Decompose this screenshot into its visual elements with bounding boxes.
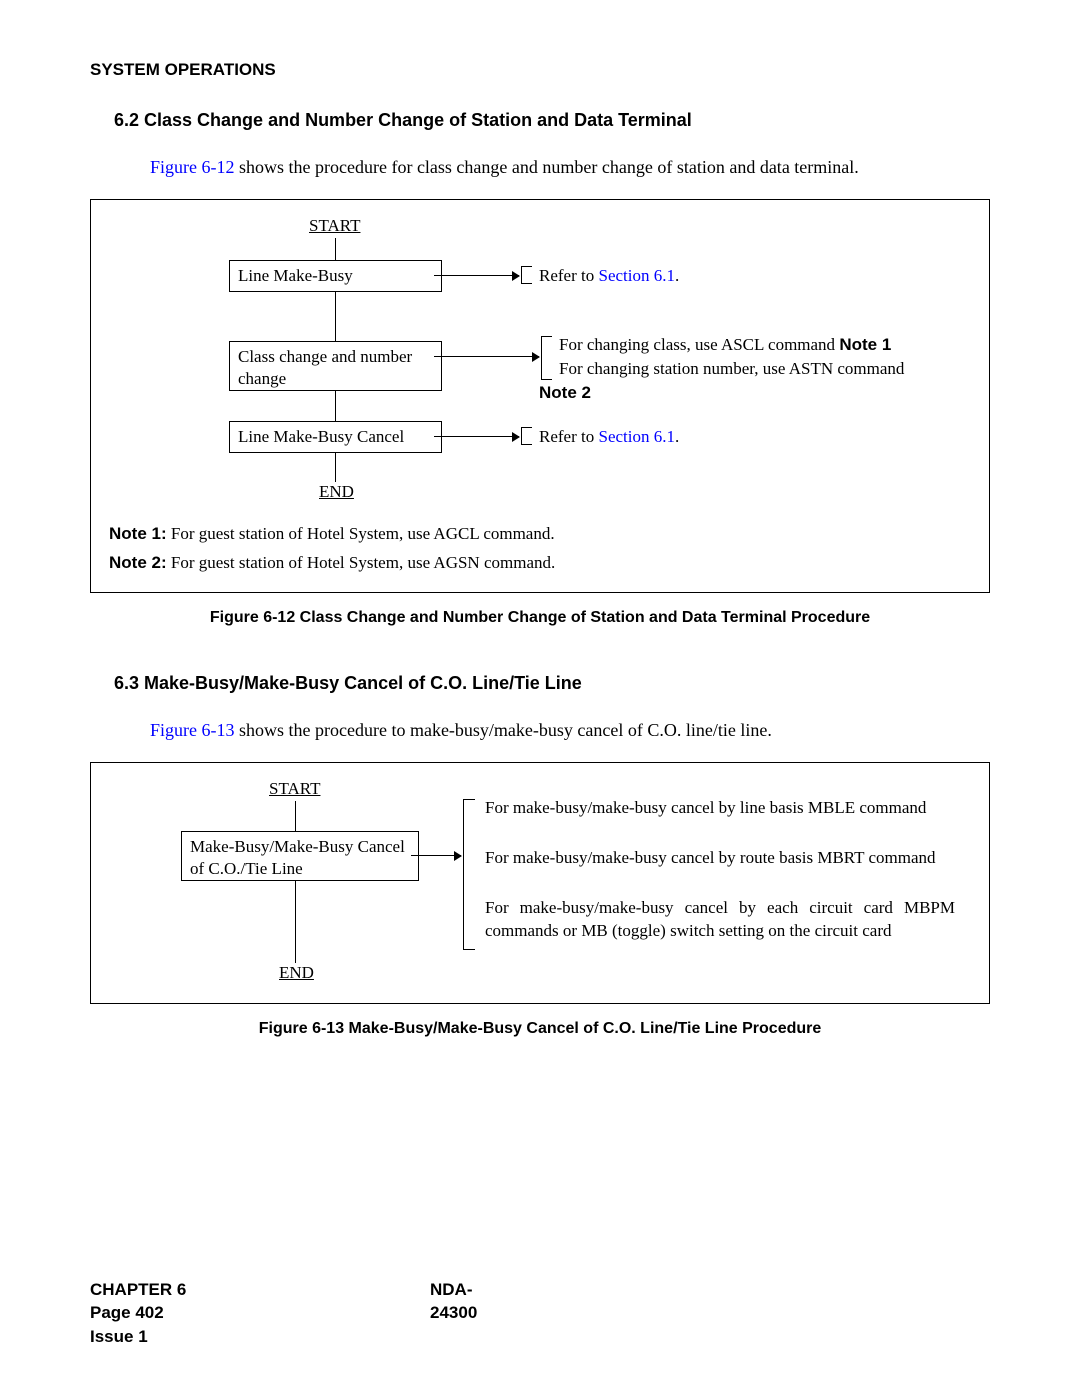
note-2-ref: Note 2 [539, 382, 591, 405]
section-6-3-intro: Figure 6-13 shows the procedure to make-… [150, 718, 990, 742]
intro-text-63: shows the procedure to make-busy/make-bu… [235, 720, 772, 740]
note-2: Note 2: For guest station of Hotel Syste… [109, 549, 971, 578]
section-6-2-intro: Figure 6-12 shows the procedure for clas… [150, 155, 990, 179]
page-footer: CHAPTER 6 Page 402 Issue 1 NDA-24300 [90, 1278, 186, 1349]
side-text-refer-2: Refer to Section 6.1. [539, 426, 679, 449]
flow-box-co-tie: Make-Busy/Make-Busy Cancel of C.O./Tie L… [181, 831, 419, 881]
side-text-astn: For changing station number, use ASTN co… [559, 358, 979, 381]
figure-6-13-caption: Figure 6-13 Make-Busy/Make-Busy Cancel o… [90, 1020, 990, 1038]
start-label-63: START [269, 779, 320, 799]
section-6-2-heading: 6.2 Class Change and Number Change of St… [114, 110, 990, 131]
side-text-mbpm: For make-busy/make-busy cancel by each c… [485, 897, 955, 943]
footer-issue: Issue 1 [90, 1325, 186, 1349]
footer-chapter: CHAPTER 6 [90, 1278, 186, 1302]
flow-box-line-make-busy: Line Make-Busy [229, 260, 442, 291]
note-1: Note 1: For guest station of Hotel Syste… [109, 520, 971, 549]
side-text-mbrt: For make-busy/make-busy cancel by route … [485, 847, 955, 870]
figure-6-12-box: START Line Make-Busy Refer to Section 6.… [90, 199, 990, 593]
side-text-ascl: For changing class, use ASCL command Not… [559, 334, 979, 357]
section-6-1-link-b[interactable]: Section 6.1 [598, 427, 675, 446]
end-label-63: END [279, 963, 314, 983]
section-6-1-link-a[interactable]: Section 6.1 [598, 266, 675, 285]
footer-page: Page 402 [90, 1301, 186, 1325]
footer-doc: NDA-24300 [430, 1278, 477, 1326]
figure-6-12-link[interactable]: Figure 6-12 [150, 157, 235, 177]
page-header: SYSTEM OPERATIONS [90, 60, 990, 80]
flow-box-class-change: Class change and number change [229, 341, 442, 391]
side-text-mble: For make-busy/make-busy cancel by line b… [485, 797, 955, 820]
figure-6-13-link[interactable]: Figure 6-13 [150, 720, 235, 740]
figure-6-13-box: START Make-Busy/Make-Busy Cancel of C.O.… [90, 762, 990, 1004]
side-text-refer-1: Refer to Section 6.1. [539, 265, 679, 288]
note-1-ref: Note 1 [839, 335, 891, 354]
start-label: START [309, 216, 360, 236]
end-label: END [319, 482, 354, 502]
flow-box-line-make-busy-cancel: Line Make-Busy Cancel [229, 421, 442, 452]
section-6-3-heading: 6.3 Make-Busy/Make-Busy Cancel of C.O. L… [114, 673, 990, 694]
figure-6-12-caption: Figure 6-12 Class Change and Number Chan… [90, 609, 990, 627]
intro-text: shows the procedure for class change and… [235, 157, 859, 177]
